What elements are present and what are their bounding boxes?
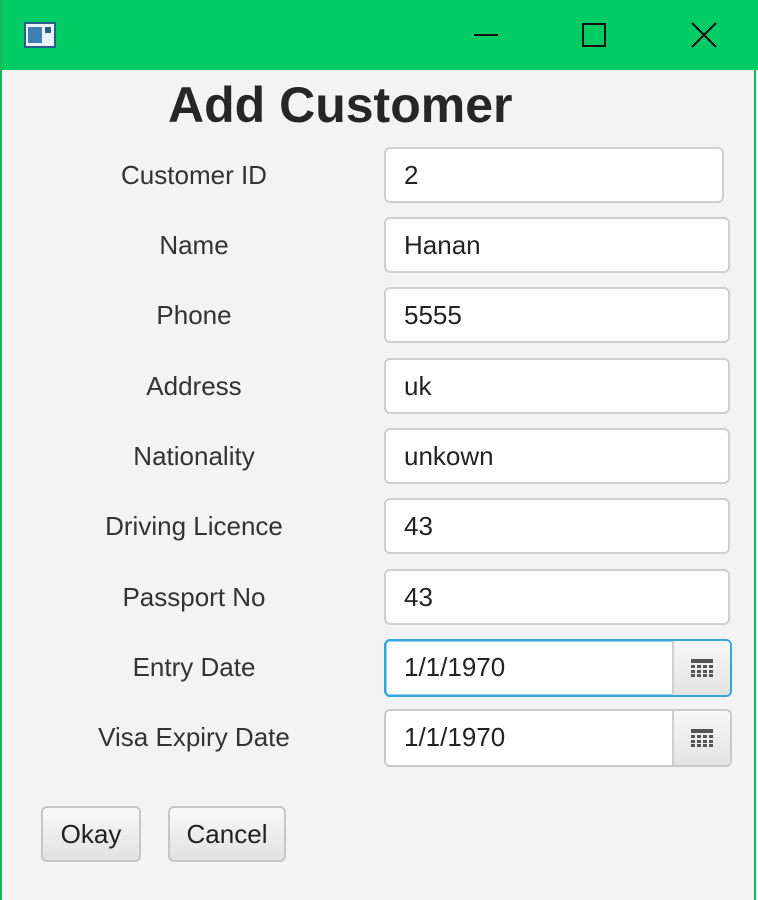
calendar-icon — [691, 729, 713, 747]
name-label: Name — [159, 230, 229, 260]
customer-id-field[interactable]: 2 — [384, 147, 724, 203]
page-title: Add Customer — [168, 77, 513, 133]
passport-no-label: Passport No — [122, 582, 266, 612]
close-button[interactable] — [676, 8, 732, 62]
passport-no-field[interactable]: 43 — [384, 569, 730, 625]
maximize-icon — [582, 23, 606, 47]
nationality-field[interactable]: unkown — [384, 428, 730, 484]
okay-button[interactable]: Okay — [41, 806, 141, 862]
name-field[interactable]: Hanan — [384, 217, 730, 273]
nationality-label: Nationality — [133, 441, 255, 471]
entry-date-label: Entry Date — [132, 652, 256, 682]
entry-date-input[interactable]: 1/1/1970 — [386, 641, 672, 695]
app-icon — [24, 22, 56, 48]
address-label: Address — [146, 371, 242, 401]
visa-expiry-date-calendar-button[interactable] — [672, 711, 730, 765]
maximize-button[interactable] — [566, 8, 622, 62]
app-window: Add Customer Customer ID 2 Name Hanan Ph… — [0, 0, 758, 900]
address-field[interactable]: uk — [384, 358, 730, 414]
visa-expiry-date-picker[interactable]: 1/1/1970 — [384, 709, 732, 767]
calendar-icon — [691, 659, 713, 677]
phone-label: Phone — [156, 300, 232, 330]
visa-expiry-date-input[interactable]: 1/1/1970 — [386, 711, 672, 765]
entry-date-calendar-button[interactable] — [672, 641, 730, 695]
title-bar[interactable] — [2, 0, 758, 70]
driving-licence-label: Driving Licence — [105, 511, 283, 541]
close-icon — [691, 22, 717, 48]
cancel-button[interactable]: Cancel — [168, 806, 286, 862]
customer-id-label: Customer ID — [121, 160, 267, 190]
minimize-icon — [474, 34, 498, 36]
driving-licence-field[interactable]: 43 — [384, 498, 730, 554]
phone-field[interactable]: 5555 — [384, 287, 730, 343]
minimize-button[interactable] — [458, 8, 514, 62]
entry-date-picker[interactable]: 1/1/1970 — [384, 639, 732, 697]
visa-expiry-date-label: Visa Expiry Date — [98, 722, 290, 752]
